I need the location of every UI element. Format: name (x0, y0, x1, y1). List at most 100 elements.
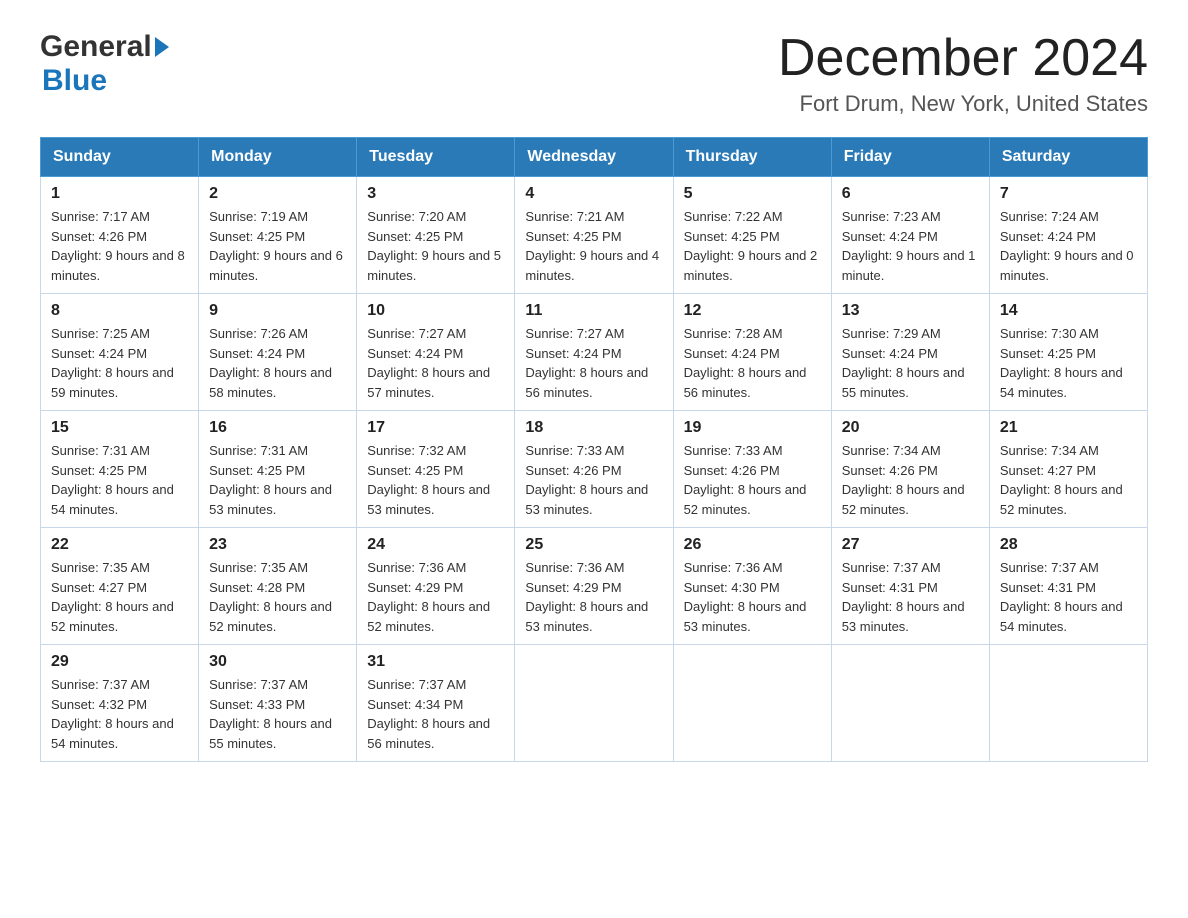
header-cell-wednesday: Wednesday (515, 138, 673, 177)
calendar-cell (515, 645, 673, 762)
day-info: Sunrise: 7:24 AMSunset: 4:24 PMDaylight:… (1000, 207, 1137, 285)
calendar-row-4: 22 Sunrise: 7:35 AMSunset: 4:27 PMDayligh… (41, 528, 1148, 645)
calendar-cell: 18 Sunrise: 7:33 AMSunset: 4:26 PMDayligh… (515, 411, 673, 528)
calendar-cell: 14 Sunrise: 7:30 AMSunset: 4:25 PMDayligh… (989, 294, 1147, 411)
day-number: 15 (51, 419, 188, 437)
calendar-cell: 4 Sunrise: 7:21 AMSunset: 4:25 PMDaylight… (515, 177, 673, 294)
day-number: 23 (209, 536, 346, 554)
calendar-cell: 28Sunrise: 7:37 AMSunset: 4:31 PMDayligh… (989, 528, 1147, 645)
day-number: 22 (51, 536, 188, 554)
logo-blue-text: Blue (42, 64, 107, 97)
calendar-cell: 9 Sunrise: 7:26 AMSunset: 4:24 PMDaylight… (199, 294, 357, 411)
day-info: Sunrise: 7:36 AMSunset: 4:29 PMDaylight:… (367, 558, 504, 636)
day-info: Sunrise: 7:36 AMSunset: 4:29 PMDaylight:… (525, 558, 662, 636)
calendar-cell: 2Sunrise: 7:19 AMSunset: 4:25 PMDaylight… (199, 177, 357, 294)
day-info: Sunrise: 7:33 AMSunset: 4:26 PMDaylight:… (525, 441, 662, 519)
header-cell-monday: Monday (199, 138, 357, 177)
day-number: 5 (684, 185, 821, 203)
day-info: Sunrise: 7:37 AMSunset: 4:31 PMDaylight:… (1000, 558, 1137, 636)
day-info: Sunrise: 7:31 AMSunset: 4:25 PMDaylight:… (209, 441, 346, 519)
day-info: Sunrise: 7:37 AMSunset: 4:31 PMDaylight:… (842, 558, 979, 636)
calendar-cell: 11 Sunrise: 7:27 AMSunset: 4:24 PMDayligh… (515, 294, 673, 411)
day-number: 21 (1000, 419, 1137, 437)
calendar-cell: 24Sunrise: 7:36 AMSunset: 4:29 PMDayligh… (357, 528, 515, 645)
day-number: 27 (842, 536, 979, 554)
calendar-cell: 3Sunrise: 7:20 AMSunset: 4:25 PMDaylight… (357, 177, 515, 294)
calendar-cell: 25Sunrise: 7:36 AMSunset: 4:29 PMDayligh… (515, 528, 673, 645)
day-info: Sunrise: 7:21 AMSunset: 4:25 PMDaylight:… (525, 207, 662, 285)
header-cell-friday: Friday (831, 138, 989, 177)
day-info: Sunrise: 7:37 AMSunset: 4:33 PMDaylight:… (209, 675, 346, 753)
day-info: Sunrise: 7:34 AMSunset: 4:26 PMDaylight:… (842, 441, 979, 519)
day-number: 18 (525, 419, 662, 437)
header-cell-thursday: Thursday (673, 138, 831, 177)
calendar-cell: 19Sunrise: 7:33 AMSunset: 4:26 PMDayligh… (673, 411, 831, 528)
day-number: 17 (367, 419, 504, 437)
calendar-row-2: 8 Sunrise: 7:25 AMSunset: 4:24 PMDaylight… (41, 294, 1148, 411)
calendar-cell: 21 Sunrise: 7:34 AMSunset: 4:27 PMDayligh… (989, 411, 1147, 528)
day-number: 1 (51, 185, 188, 203)
calendar-cell: 6Sunrise: 7:23 AMSunset: 4:24 PMDaylight… (831, 177, 989, 294)
day-info: Sunrise: 7:36 AMSunset: 4:30 PMDaylight:… (684, 558, 821, 636)
day-info: Sunrise: 7:34 AMSunset: 4:27 PMDaylight:… (1000, 441, 1137, 519)
calendar-cell: 20 Sunrise: 7:34 AMSunset: 4:26 PMDayligh… (831, 411, 989, 528)
calendar-cell: 7 Sunrise: 7:24 AMSunset: 4:24 PMDaylight… (989, 177, 1147, 294)
day-info: Sunrise: 7:35 AMSunset: 4:28 PMDaylight:… (209, 558, 346, 636)
page-header: General Blue December 2024 Fort Drum, Ne… (40, 30, 1148, 117)
calendar-cell: 10Sunrise: 7:27 AMSunset: 4:24 PMDayligh… (357, 294, 515, 411)
header-cell-saturday: Saturday (989, 138, 1147, 177)
calendar-cell: 12 Sunrise: 7:28 AMSunset: 4:24 PMDayligh… (673, 294, 831, 411)
day-info: Sunrise: 7:37 AMSunset: 4:34 PMDaylight:… (367, 675, 504, 753)
calendar-cell: 23 Sunrise: 7:35 AMSunset: 4:28 PMDayligh… (199, 528, 357, 645)
calendar-cell: 1 Sunrise: 7:17 AMSunset: 4:26 PMDaylight… (41, 177, 199, 294)
calendar-row-3: 15 Sunrise: 7:31 AMSunset: 4:25 PMDayligh… (41, 411, 1148, 528)
day-info: Sunrise: 7:19 AMSunset: 4:25 PMDaylight:… (209, 207, 346, 285)
logo-general-text: General (40, 30, 152, 64)
calendar-cell: 15 Sunrise: 7:31 AMSunset: 4:25 PMDayligh… (41, 411, 199, 528)
calendar-row-5: 29Sunrise: 7:37 AMSunset: 4:32 PMDayligh… (41, 645, 1148, 762)
calendar-body: 1 Sunrise: 7:17 AMSunset: 4:26 PMDaylight… (41, 177, 1148, 762)
day-info: Sunrise: 7:25 AMSunset: 4:24 PMDaylight:… (51, 324, 188, 402)
calendar-cell: 17 Sunrise: 7:32 AMSunset: 4:25 PMDayligh… (357, 411, 515, 528)
logo: General Blue (40, 30, 172, 98)
day-number: 16 (209, 419, 346, 437)
calendar-cell (831, 645, 989, 762)
day-number: 6 (842, 185, 979, 203)
calendar-cell: 26 Sunrise: 7:36 AMSunset: 4:30 PMDayligh… (673, 528, 831, 645)
day-info: Sunrise: 7:35 AMSunset: 4:27 PMDaylight:… (51, 558, 188, 636)
day-number: 4 (525, 185, 662, 203)
day-number: 3 (367, 185, 504, 203)
day-number: 9 (209, 302, 346, 320)
day-number: 8 (51, 302, 188, 320)
day-info: Sunrise: 7:30 AMSunset: 4:25 PMDaylight:… (1000, 324, 1137, 402)
day-info: Sunrise: 7:27 AMSunset: 4:24 PMDaylight:… (367, 324, 504, 402)
day-number: 7 (1000, 185, 1137, 203)
day-number: 30 (209, 653, 346, 671)
day-number: 29 (51, 653, 188, 671)
day-info: Sunrise: 7:26 AMSunset: 4:24 PMDaylight:… (209, 324, 346, 402)
calendar-cell (989, 645, 1147, 762)
day-number: 11 (525, 302, 662, 320)
day-number: 26 (684, 536, 821, 554)
day-number: 14 (1000, 302, 1137, 320)
calendar-cell: 30 Sunrise: 7:37 AMSunset: 4:33 PMDayligh… (199, 645, 357, 762)
day-info: Sunrise: 7:32 AMSunset: 4:25 PMDaylight:… (367, 441, 504, 519)
month-title: December 2024 (778, 30, 1148, 87)
day-info: Sunrise: 7:33 AMSunset: 4:26 PMDaylight:… (684, 441, 821, 519)
day-info: Sunrise: 7:17 AMSunset: 4:26 PMDaylight:… (51, 207, 188, 285)
calendar-cell: 22 Sunrise: 7:35 AMSunset: 4:27 PMDayligh… (41, 528, 199, 645)
calendar-cell: 29Sunrise: 7:37 AMSunset: 4:32 PMDayligh… (41, 645, 199, 762)
calendar-table: SundayMondayTuesdayWednesdayThursdayFrid… (40, 137, 1148, 762)
day-info: Sunrise: 7:22 AMSunset: 4:25 PMDaylight:… (684, 207, 821, 285)
calendar-row-1: 1 Sunrise: 7:17 AMSunset: 4:26 PMDaylight… (41, 177, 1148, 294)
calendar-cell: 5 Sunrise: 7:22 AMSunset: 4:25 PMDaylight… (673, 177, 831, 294)
day-info: Sunrise: 7:28 AMSunset: 4:24 PMDaylight:… (684, 324, 821, 402)
day-info: Sunrise: 7:31 AMSunset: 4:25 PMDaylight:… (51, 441, 188, 519)
calendar-cell: 31Sunrise: 7:37 AMSunset: 4:34 PMDayligh… (357, 645, 515, 762)
day-number: 20 (842, 419, 979, 437)
day-number: 12 (684, 302, 821, 320)
day-info: Sunrise: 7:29 AMSunset: 4:24 PMDaylight:… (842, 324, 979, 402)
day-info: Sunrise: 7:27 AMSunset: 4:24 PMDaylight:… (525, 324, 662, 402)
calendar-header: SundayMondayTuesdayWednesdayThursdayFrid… (41, 138, 1148, 177)
header-cell-sunday: Sunday (41, 138, 199, 177)
